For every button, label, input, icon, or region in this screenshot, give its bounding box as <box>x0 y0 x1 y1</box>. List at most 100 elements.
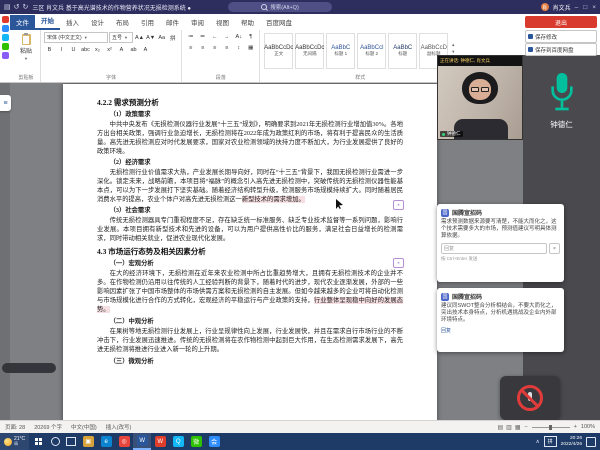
dock-app-icon[interactable] <box>2 16 9 23</box>
ribbon-tab[interactable]: 文件 <box>10 15 35 30</box>
save-option-button[interactable]: 保存到百度网盘 <box>525 43 597 56</box>
zoom-slider-thumb[interactable] <box>549 425 552 430</box>
paste-button[interactable]: 粘贴 ▼ <box>15 34 37 61</box>
view-mode-button[interactable]: ▥ <box>506 424 512 431</box>
style-chip[interactable]: AaBbC 标题 1 <box>326 33 355 69</box>
video-tile[interactable]: 正在讲话: 钟德仁, 肖文兵 钟德仁 <box>437 55 523 140</box>
doc-block[interactable]: （三）微观分析 <box>97 357 403 366</box>
ribbon-tab[interactable]: 百度网盘 <box>260 15 298 30</box>
taskbar-app-button[interactable]: W <box>151 433 169 450</box>
document-page[interactable]: 4.2.2 需求预测分析 （1）政策需求中共中央发布《无损检测仪器行业发展“十三五… <box>63 84 437 450</box>
font-format-button[interactable]: B <box>44 45 55 54</box>
styles-scroll-up-icon[interactable]: ▲ <box>451 42 455 47</box>
exit-button[interactable]: 退出 <box>525 16 597 28</box>
paragraph-format-button[interactable]: ↕ <box>233 43 244 52</box>
status-item[interactable]: 页面: 28 <box>5 423 25 431</box>
font-size-select[interactable]: 五号▼ <box>109 32 133 43</box>
taskbar-app-button[interactable]: 微 <box>187 433 205 450</box>
sidebar-toggle[interactable]: ≡ <box>0 95 11 111</box>
style-chip[interactable]: AaBbCcDc 无间隔 <box>295 33 324 69</box>
font-format-button[interactable]: abc <box>80 45 91 54</box>
user-avatar[interactable]: 肖 <box>541 3 549 11</box>
zoom-in-button[interactable]: + <box>574 424 577 430</box>
muted-indicator-tile[interactable] <box>500 376 560 420</box>
ribbon-tab[interactable]: 开始 <box>35 13 60 30</box>
doc-block[interactable]: 中共中央发布《无损检测仪器行业发展“十三五”规划》，明确要求到2021年无损检测… <box>97 120 403 156</box>
view-mode-button[interactable]: ▤ <box>497 424 503 431</box>
doc-block[interactable]: （1）政策需求 <box>97 110 403 119</box>
doc-block[interactable]: （二）中观分析 <box>97 317 403 326</box>
ribbon-tab[interactable]: 帮助 <box>235 15 260 30</box>
task-view-button[interactable] <box>63 433 79 450</box>
font-format-button[interactable]: U <box>68 45 79 54</box>
font-tool-button[interactable]: Aa <box>156 33 167 42</box>
status-item[interactable]: 20269 个字 <box>34 423 62 431</box>
taskbar-search-button[interactable] <box>47 433 63 450</box>
floating-toolbar-pill[interactable] <box>2 363 56 373</box>
taskbar-app-button[interactable]: 会 <box>205 433 223 450</box>
doc-block[interactable]: （3）社会需求 <box>97 206 403 215</box>
font-tool-button[interactable]: A▲ <box>134 33 145 42</box>
ribbon-tab[interactable]: 审阅 <box>185 15 210 30</box>
ribbon-tab[interactable]: 邮件 <box>160 15 185 30</box>
view-mode-button[interactable]: ▦ <box>515 424 521 431</box>
comment-reply-input[interactable]: 回复 <box>441 243 547 254</box>
save-option-button[interactable]: 保存修改 <box>525 30 597 43</box>
paragraph-format-button[interactable]: ≡ <box>221 43 232 52</box>
quick-access-icon[interactable]: ▤ <box>4 3 11 11</box>
font-format-button[interactable]: A <box>116 45 127 54</box>
window-control-button[interactable]: – <box>575 4 579 11</box>
paragraph-tool-button[interactable]: ≕ <box>197 32 208 41</box>
font-format-button[interactable]: I <box>56 45 67 54</box>
ribbon-tab[interactable]: 引用 <box>135 15 160 30</box>
paragraph-tool-button[interactable]: ≔ <box>185 32 196 41</box>
window-control-button[interactable]: □ <box>583 4 587 11</box>
taskbar-clock[interactable]: 20:26 2022/4/26 <box>561 436 582 447</box>
ribbon-tab[interactable]: 布局 <box>110 15 135 30</box>
paragraph-format-button[interactable]: ≡ <box>197 43 208 52</box>
taskbar-app-button[interactable]: ▣ <box>79 433 97 450</box>
zoom-out-button[interactable]: − <box>524 424 527 430</box>
paragraph-tool-button[interactable]: → <box>221 32 232 41</box>
paragraph-format-button[interactable]: ≡ <box>209 43 220 52</box>
font-format-button[interactable]: x² <box>104 45 115 54</box>
paragraph-format-button[interactable]: ▦ <box>245 43 256 52</box>
taskbar-app-button[interactable]: W <box>133 433 151 450</box>
font-format-button[interactable]: A <box>140 45 151 54</box>
font-name-select[interactable]: 宋体 (中文正文)▼ <box>44 32 108 43</box>
paragraph-tool-button[interactable]: A↓ <box>233 32 244 41</box>
doc-block[interactable]: 在果树等地无损检测行业发展上，行业呈规律性向上发展，行业发展快，并且在需求自行市… <box>97 327 403 354</box>
notification-center-button[interactable] <box>586 437 596 447</box>
dock-app-icon[interactable] <box>2 25 9 32</box>
doc-block[interactable]: （2）经济需求 <box>97 158 403 167</box>
ribbon-tab[interactable]: 视图 <box>210 15 235 30</box>
zoom-percent[interactable]: 100% <box>581 424 595 430</box>
dock-app-icon[interactable] <box>2 52 9 59</box>
doc-block[interactable]: （一）宏观分析 <box>97 259 403 268</box>
paragraph-tool-button[interactable]: ¶ <box>245 32 256 41</box>
font-format-button[interactable]: ab <box>128 45 139 54</box>
style-chip[interactable]: AaBbC 标题 <box>388 33 417 69</box>
ribbon-tab[interactable]: 设计 <box>85 15 110 30</box>
dock-app-icon[interactable] <box>2 34 9 41</box>
quick-access-icon[interactable]: ↺ <box>14 3 20 11</box>
doc-block[interactable]: 无损检测行业价值需求大热，产业发展长期导向好，同时在“十三五”背景下，我国无损检… <box>97 168 403 204</box>
status-item[interactable]: 中文(中国) <box>71 423 97 431</box>
start-button[interactable] <box>29 433 47 450</box>
status-item[interactable]: 插入(改写) <box>106 423 132 431</box>
comment-bubble-icon[interactable]: ❝ <box>393 258 404 268</box>
dock-app-icon[interactable] <box>2 43 9 50</box>
zoom-slider[interactable] <box>532 427 570 428</box>
doc-block[interactable]: 在大的经济环境下，无损检测在近年来农业检测中所占比重趋势增大，且拥有无损检测技术… <box>97 269 403 314</box>
tray-expand-button[interactable]: ∧ <box>536 439 540 445</box>
comment-reply-link[interactable]: 回复 <box>441 327 560 334</box>
window-control-button[interactable]: × <box>592 4 596 11</box>
doc-block[interactable]: 4.2.2 需求预测分析 <box>97 98 403 107</box>
font-tool-button[interactable]: A▼ <box>145 33 156 42</box>
doc-block[interactable]: 4.3 市场运行态势及相关因素分析 <box>97 247 403 256</box>
quick-access-icon[interactable]: ↻ <box>23 3 29 11</box>
font-tool-button[interactable]: 拼 <box>167 33 178 42</box>
search-input[interactable]: 搜索(Alt+Q) <box>228 2 332 12</box>
comment-bubble-icon[interactable]: ❝ <box>393 200 404 210</box>
paragraph-tool-button[interactable]: ← <box>209 32 220 41</box>
